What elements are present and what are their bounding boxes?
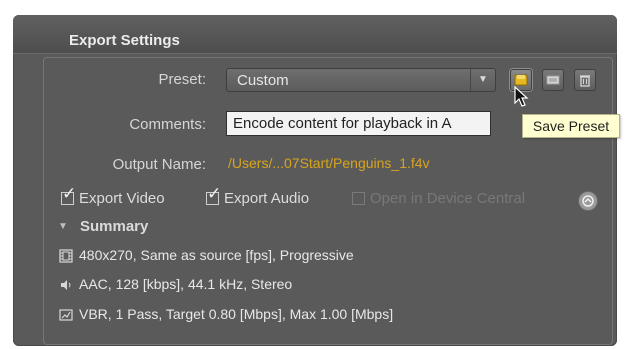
preset-value: Custom bbox=[237, 72, 289, 89]
preset-select[interactable]: Custom ▼ bbox=[226, 68, 496, 92]
chevron-down-icon: ▼ bbox=[470, 69, 495, 91]
export-audio-checkbox[interactable]: ✓ Export Audio bbox=[206, 184, 336, 210]
export-settings-panel: Export Settings bbox=[13, 15, 617, 346]
output-name-label: Output Name: bbox=[112, 156, 206, 173]
summary-bitrate-text: VBR, 1 Pass, Target 0.80 [Mbps], Max 1.0… bbox=[79, 306, 394, 322]
preset-label: Preset: bbox=[158, 71, 206, 88]
device-central-checkbox[interactable]: Open in Device Central bbox=[352, 190, 562, 210]
summary-video-text: 480x270, Same as source [fps], Progressi… bbox=[79, 247, 354, 263]
comments-field[interactable]: Encode content for playback in A bbox=[226, 111, 491, 136]
import-preset-button[interactable] bbox=[542, 69, 564, 91]
export-video-label: Export Video bbox=[79, 190, 165, 207]
summary-audio-text: AAC, 128 [kbps], 44.1 kHz, Stereo bbox=[79, 276, 293, 292]
mouse-cursor-icon bbox=[514, 86, 529, 107]
delete-preset-icon bbox=[580, 75, 590, 87]
device-central-label: Open in Device Central bbox=[370, 190, 526, 207]
summary-title: Summary bbox=[80, 218, 149, 235]
save-preset-icon bbox=[514, 74, 528, 86]
checkmark-icon: ✓ bbox=[207, 184, 222, 203]
checkbox-box bbox=[352, 192, 365, 205]
save-preset-tooltip: Save Preset bbox=[522, 114, 620, 138]
import-preset-icon bbox=[546, 75, 560, 85]
export-video-checkbox[interactable]: ✓ Export Video bbox=[61, 184, 201, 210]
checkmark-icon: ✓ bbox=[62, 184, 77, 203]
output-path-link[interactable]: /Users/...07Start/Penguins_1.f4v bbox=[228, 155, 430, 171]
comments-label: Comments: bbox=[129, 116, 206, 133]
export-audio-label: Export Audio bbox=[224, 190, 310, 207]
delete-preset-button[interactable] bbox=[574, 69, 596, 91]
disclosure-triangle-icon: ▼ bbox=[58, 221, 68, 232]
bitrate-icon bbox=[59, 309, 73, 321]
audio-icon bbox=[61, 280, 71, 290]
panel-header: Export Settings bbox=[13, 15, 617, 54]
panel-title: Export Settings bbox=[69, 32, 180, 49]
help-icon bbox=[582, 195, 594, 207]
help-button[interactable] bbox=[578, 191, 598, 211]
video-icon bbox=[59, 249, 73, 263]
